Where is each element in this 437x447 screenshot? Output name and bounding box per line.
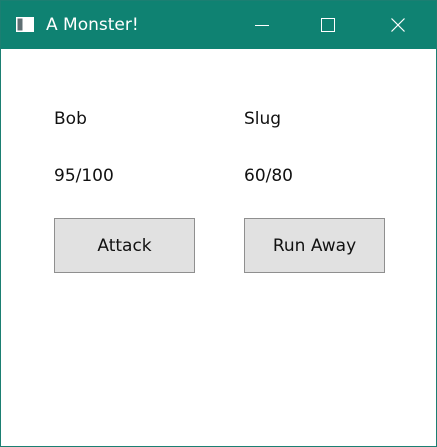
attack-button[interactable]: Attack [54,218,195,273]
player-hp-label: 95/100 [54,166,114,186]
maximize-button[interactable] [305,1,351,49]
monster-window: A Monster! Bob Slug 95/100 60/80 Attack … [0,0,437,447]
window-title: A Monster! [46,15,139,35]
run-away-button[interactable]: Run Away [244,218,385,273]
monster-hp-label: 60/80 [244,166,293,186]
title-bar[interactable]: A Monster! [1,1,436,49]
monster-name-label: Slug [244,109,282,129]
player-name-label: Bob [54,109,87,129]
close-button[interactable] [375,1,421,49]
minimize-button[interactable] [239,1,285,49]
window-app-icon [16,17,34,32]
